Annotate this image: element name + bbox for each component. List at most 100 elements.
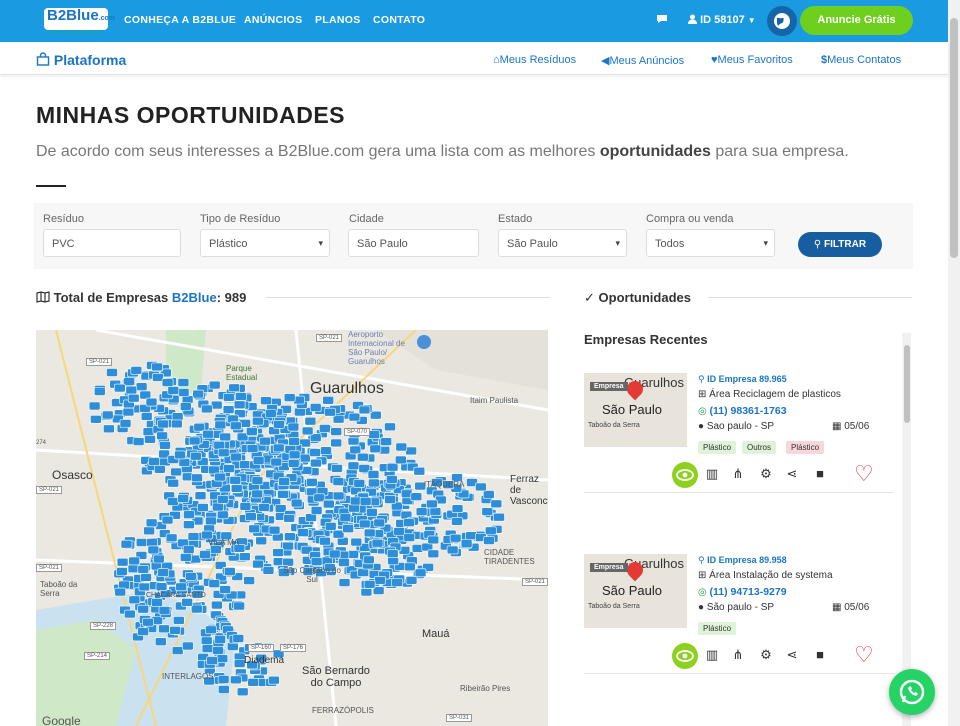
company-marker[interactable] xyxy=(143,526,155,536)
company-marker[interactable] xyxy=(309,403,322,412)
company-marker[interactable] xyxy=(232,634,245,643)
filtrar-button[interactable]: ⚲ FILTRAR xyxy=(798,232,882,257)
company-marker[interactable] xyxy=(246,444,259,453)
company-marker[interactable] xyxy=(161,378,174,387)
company-marker[interactable] xyxy=(233,400,246,410)
company-phone[interactable]: ◎ (11) 94713-9279 xyxy=(698,586,787,598)
company-marker[interactable] xyxy=(273,420,285,429)
company-marker[interactable] xyxy=(233,601,245,611)
company-marker[interactable] xyxy=(320,446,332,455)
company-marker[interactable] xyxy=(465,531,477,540)
company-marker[interactable] xyxy=(358,519,371,529)
company-marker[interactable] xyxy=(227,642,239,651)
company-marker[interactable] xyxy=(288,450,301,460)
company-marker[interactable] xyxy=(171,646,184,655)
company-marker[interactable] xyxy=(268,525,281,535)
company-marker[interactable] xyxy=(158,606,171,615)
company-marker[interactable] xyxy=(243,576,255,585)
company-marker[interactable] xyxy=(353,479,366,488)
comments-icon[interactable]: ■ xyxy=(810,464,830,484)
company-marker[interactable] xyxy=(230,484,243,493)
company-marker[interactable] xyxy=(287,422,300,432)
company-marker[interactable] xyxy=(395,442,408,452)
company-marker[interactable] xyxy=(483,536,495,545)
building-icon[interactable]: ▥ xyxy=(702,464,722,484)
company-map-thumbnail[interactable]: Guarulhos São Paulo Taboão da Serra Empr… xyxy=(584,373,687,447)
company-marker[interactable] xyxy=(245,512,257,521)
company-marker[interactable] xyxy=(332,414,345,424)
company-marker[interactable] xyxy=(214,635,226,644)
company-marker[interactable] xyxy=(367,470,380,479)
company-marker[interactable] xyxy=(158,624,170,634)
company-marker[interactable] xyxy=(252,559,264,569)
company-marker[interactable] xyxy=(347,461,360,471)
company-marker[interactable] xyxy=(481,507,494,516)
company-marker[interactable] xyxy=(305,478,318,487)
company-marker[interactable] xyxy=(120,539,133,549)
company-marker[interactable] xyxy=(177,378,190,387)
recent-scrollbar-thumb[interactable] xyxy=(904,345,910,423)
company-marker[interactable] xyxy=(173,616,185,625)
company-marker[interactable] xyxy=(342,524,354,533)
company-marker[interactable] xyxy=(151,598,163,607)
company-marker[interactable] xyxy=(360,587,373,597)
company-marker[interactable] xyxy=(185,572,197,581)
company-marker[interactable] xyxy=(188,436,201,446)
company-marker[interactable] xyxy=(427,549,440,559)
favorite-heart-icon[interactable]: ♡ xyxy=(854,463,874,485)
company-marker[interactable] xyxy=(116,557,129,567)
company-marker[interactable] xyxy=(493,512,505,522)
company-marker[interactable] xyxy=(363,580,376,589)
company-marker[interactable] xyxy=(190,451,202,461)
company-marker[interactable] xyxy=(151,362,163,372)
company-marker[interactable] xyxy=(217,495,229,504)
company-marker[interactable] xyxy=(446,545,459,555)
company-marker[interactable] xyxy=(322,499,335,509)
company-marker[interactable] xyxy=(313,493,326,503)
company-marker[interactable] xyxy=(217,448,230,458)
company-marker[interactable] xyxy=(130,366,143,375)
company-marker[interactable] xyxy=(132,437,145,446)
estado-select[interactable]: São Paulo ▾ xyxy=(498,229,627,257)
share-icon[interactable]: ⋖ xyxy=(782,645,802,665)
company-marker[interactable] xyxy=(191,604,203,614)
company-marker[interactable] xyxy=(413,466,426,476)
company-marker[interactable] xyxy=(183,520,195,529)
company-marker[interactable] xyxy=(358,405,371,415)
company-marker[interactable] xyxy=(177,494,189,503)
company-marker[interactable] xyxy=(154,465,166,474)
company-marker[interactable] xyxy=(212,646,224,655)
company-marker[interactable] xyxy=(283,393,296,402)
company-marker[interactable] xyxy=(208,380,221,390)
company-marker[interactable] xyxy=(386,475,398,484)
company-marker[interactable] xyxy=(366,508,378,517)
comments-icon[interactable]: ■ xyxy=(810,645,830,665)
anuncie-gratis-button[interactable]: Anuncie Grátis xyxy=(800,6,913,35)
company-marker[interactable] xyxy=(324,407,336,417)
company-marker[interactable] xyxy=(369,444,382,454)
company-marker[interactable] xyxy=(205,625,217,635)
company-marker[interactable] xyxy=(192,389,204,399)
company-marker[interactable] xyxy=(484,526,497,536)
company-marker[interactable] xyxy=(319,536,331,546)
company-phone[interactable]: ◎ (11) 98361-1763 xyxy=(698,405,787,417)
company-marker[interactable] xyxy=(393,527,406,536)
company-marker[interactable] xyxy=(339,513,352,522)
company-marker[interactable] xyxy=(135,538,148,547)
company-marker[interactable] xyxy=(248,524,260,534)
hierarchy-icon[interactable]: ⋔ xyxy=(728,464,748,484)
company-marker[interactable] xyxy=(272,443,285,453)
gear-icon[interactable]: ⚙ xyxy=(756,464,776,484)
company-marker[interactable] xyxy=(182,641,194,651)
company-marker[interactable] xyxy=(174,450,186,460)
company-marker[interactable] xyxy=(214,420,227,430)
company-marker[interactable] xyxy=(223,464,235,473)
company-marker[interactable] xyxy=(201,404,213,414)
company-marker[interactable] xyxy=(252,456,265,465)
company-marker[interactable] xyxy=(127,393,140,403)
company-marker[interactable] xyxy=(247,677,259,687)
company-marker[interactable] xyxy=(156,431,168,441)
company-marker[interactable] xyxy=(202,429,214,439)
company-marker[interactable] xyxy=(384,422,396,432)
company-marker[interactable] xyxy=(128,556,140,566)
